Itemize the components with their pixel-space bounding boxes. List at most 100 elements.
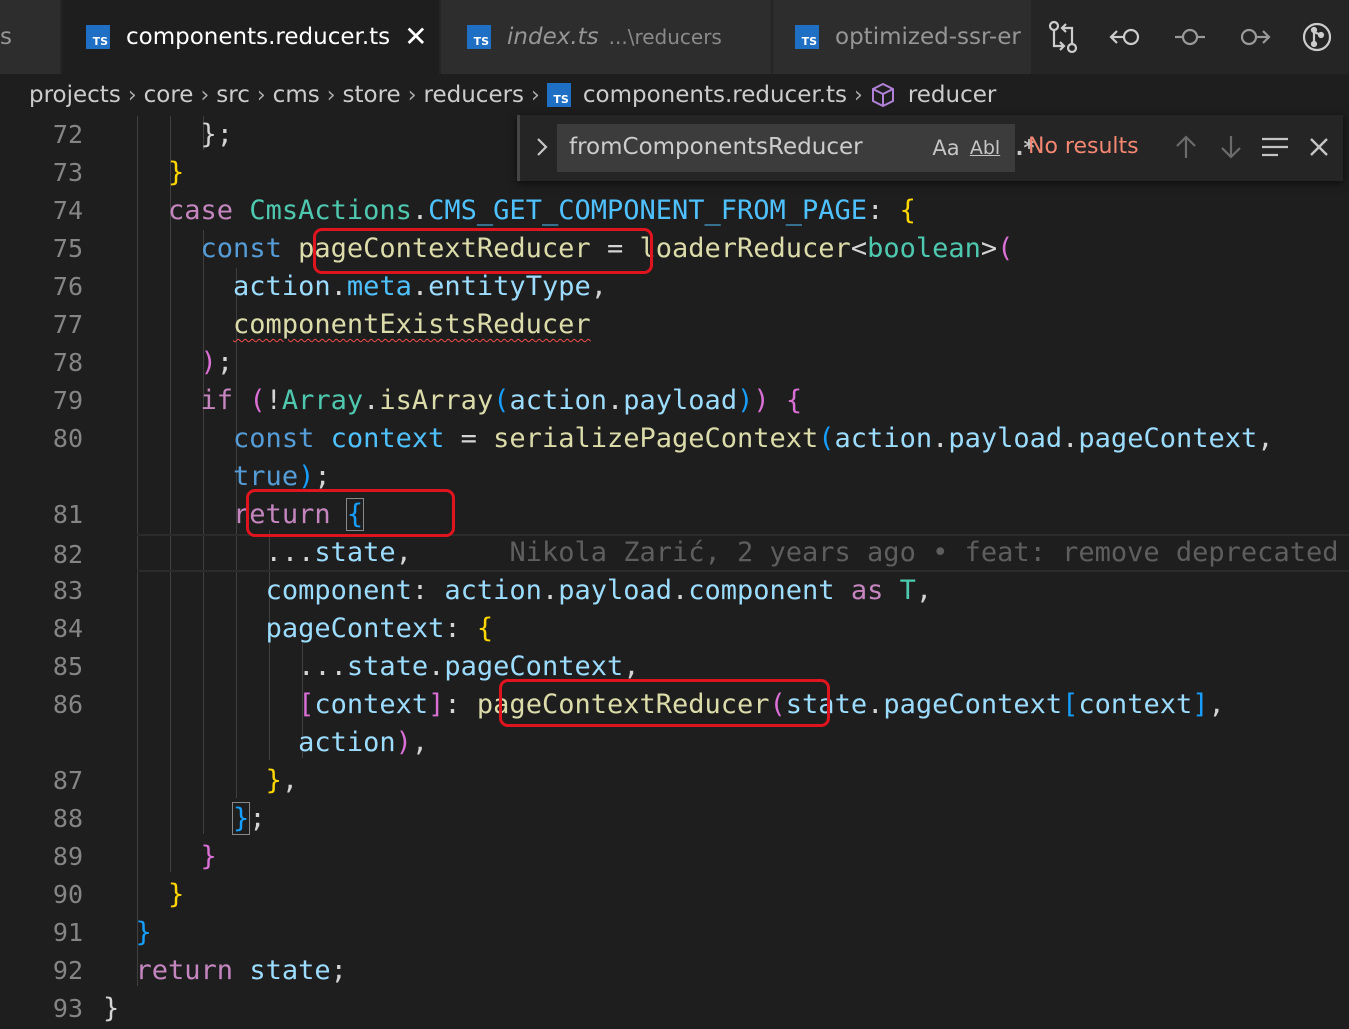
breadcrumb-separator: › [531,82,540,108]
spread-operator: ... [298,651,347,682]
variable: action [834,423,933,454]
find-input[interactable]: fromComponentsReducer Aa Abl .* [557,124,1034,172]
match-case-button[interactable]: Aa [929,132,963,164]
punct: , [915,575,933,606]
punct: . [672,575,689,606]
punct: : [867,195,900,226]
compare-changes-icon[interactable] [1043,17,1083,57]
code-text: } [103,154,184,192]
breadcrumb-item-file[interactable]: components.reducer.ts [583,82,847,108]
previous-match-button[interactable] [1168,129,1204,165]
punct: . [932,423,949,454]
find-query: fromComponentsReducer [569,134,863,160]
typescript-file-icon: TS [467,25,491,49]
code-line: 92 return state; [0,952,1349,990]
variable: context [330,423,445,454]
keyword: case [168,195,234,226]
breadcrumb-item[interactable]: store [343,82,401,108]
breadcrumb-item[interactable]: core [144,82,194,108]
property: meta [346,271,412,302]
close-icon[interactable] [1301,129,1337,165]
go-back-icon[interactable] [1106,17,1146,57]
punct: < [850,233,868,264]
line-number: 85 [52,652,83,681]
property: payload [948,423,1063,454]
line-number: 87 [52,766,83,795]
find-status: No results [1028,134,1139,159]
line-number: 73 [52,158,83,187]
breadcrumb-item[interactable]: projects [29,82,121,108]
typescript-file-icon: TS [546,83,571,107]
punct: , [1257,423,1274,454]
punct: , [1208,689,1225,720]
git-graph-icon[interactable] [1297,17,1337,57]
commit-icon[interactable] [1170,17,1210,57]
punct: ; [216,347,234,378]
variable: action [509,385,608,416]
close-tab-icon[interactable]: ✕ [404,23,427,51]
breadcrumb-separator: › [127,82,137,108]
tab-label: index.ts [507,24,599,50]
breadcrumb-item[interactable]: reducers [424,82,525,108]
keyword: true [233,461,299,492]
code-line: 79 if (!Array.isArray(action.payload)) { [0,382,1349,420]
find-widget: fromComponentsReducer Aa Abl .* No resul… [517,115,1343,181]
line-number: 84 [52,614,83,643]
punct: = [444,423,494,454]
line-number: 78 [52,348,83,377]
code-line: 81 return { [0,496,1349,534]
highlight-box [246,489,455,537]
code-editor[interactable]: 72 }; 73 } 74 case CmsActions.CMS_GET_CO… [0,116,1349,1029]
find-in-selection-icon[interactable] [1257,129,1293,165]
bracket: ] [428,689,445,720]
property: pageContext [883,689,1063,720]
bracket: } [200,841,217,872]
tab-optimized-ssr[interactable]: TS optimized-ssr-er [773,0,1033,74]
property: pageContext [265,613,445,644]
tab-label: optimized-ssr-er [835,24,1021,50]
bracket: ( [997,233,1014,264]
function-name: isArray [379,385,494,416]
tab-index-ts[interactable]: TS index.ts ...\reducers [441,0,771,74]
next-match-button[interactable] [1213,129,1249,165]
bracket: ( [818,423,835,454]
code-text: return state; [103,952,347,990]
match-whole-word-button[interactable]: Abl [968,132,1002,164]
toggle-replace-button[interactable] [530,132,554,162]
code-line: 89 } [0,838,1349,876]
code-text: const context = serializePageContext(act… [103,420,1274,458]
tab-components-reducer[interactable]: TS components.reducer.ts ✕ [62,0,439,74]
bracket: ) [298,461,315,492]
bracket: ) [200,347,217,378]
constant: CMS_GET_COMPONENT_FROM_PAGE [428,195,868,226]
breadcrumb-item[interactable]: cms [273,82,320,108]
breadcrumb-item[interactable]: src [216,82,250,108]
breadcrumb-separator: › [854,82,863,108]
token: }; [200,119,234,150]
bracket: ) [753,385,770,416]
code-line: 87 }, [0,762,1349,800]
punct: . [1062,423,1079,454]
tab-previous-partial[interactable]: s [0,0,60,74]
punct: , [623,651,640,682]
go-forward-icon[interactable] [1234,17,1274,57]
code-text: } [103,876,184,914]
function-name: serializePageContext [493,423,819,454]
code-line: 90 } [0,876,1349,914]
error-identifier[interactable]: componentExistsReducer [233,309,591,340]
punct: , [395,537,412,568]
code-text: if (!Array.isArray(action.payload)) { [103,382,803,420]
breadcrumb-item-symbol[interactable]: reducer [908,82,997,108]
code-line-wrapped: action), [0,724,1349,762]
